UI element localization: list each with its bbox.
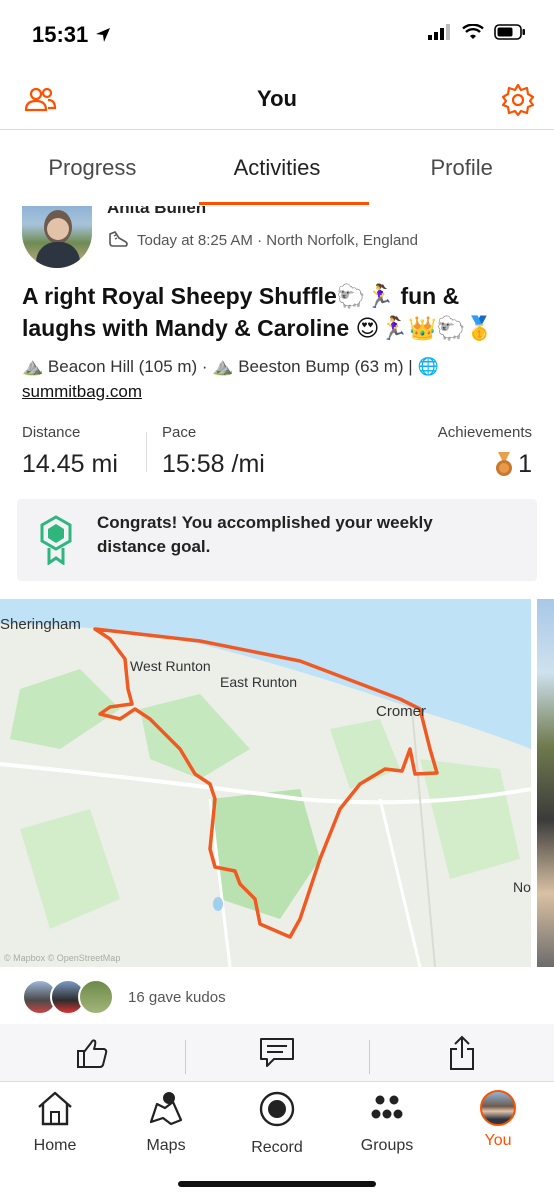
goal-congrats-card[interactable]: Congrats! You accomplished your weekly d… (17, 499, 537, 581)
top-header: You (0, 70, 554, 130)
tab-profile[interactable]: Profile (369, 131, 554, 205)
summit-line: ⛰️ Beacon Hill (105 m) · ⛰️ Beeston Bump… (22, 354, 532, 404)
congrats-text: Congrats! You accomplished your weekly d… (97, 513, 433, 556)
activity-title[interactable]: A right Royal Sheepy Shuffle🐑🏃‍♀️ fun & … (22, 280, 532, 344)
nav-groups-label: Groups (360, 1137, 414, 1154)
time-text: 15:31 (32, 22, 89, 47)
map-label-cromer: Cromer (376, 703, 426, 720)
distance-label: Distance (22, 424, 81, 441)
athlete-name[interactable]: Anita Bullen (107, 206, 206, 218)
comment-button[interactable] (184, 1024, 370, 1081)
map-label-west-runton: West Runton (130, 658, 211, 674)
stat-divider (146, 432, 147, 472)
kudos-row[interactable]: 16 gave kudos (22, 979, 226, 1015)
achievements-count: 1 (518, 450, 532, 478)
summitbag-link[interactable]: summitbag.com (22, 382, 142, 401)
nav-you[interactable]: You (448, 1090, 548, 1150)
tab-activities[interactable]: Activities (185, 131, 370, 205)
mountain-icon: ⛰️ (212, 357, 234, 376)
nav-maps[interactable]: Maps (116, 1090, 216, 1155)
achievements-label: Achievements (437, 424, 532, 441)
nav-record-label: Record (251, 1139, 303, 1156)
nav-home[interactable]: Home (5, 1090, 105, 1155)
status-bar: 15:31 (0, 0, 554, 70)
home-icon (38, 1091, 72, 1126)
comment-icon (260, 1038, 294, 1067)
activity-photo-peek[interactable] (537, 599, 554, 967)
pace-label: Pace (162, 424, 197, 441)
globe-icon: 🌐 (417, 357, 439, 376)
settings-gear-icon[interactable] (500, 82, 536, 118)
activity-meta: Today at 8:25 AM · North Norfolk, Englan… (107, 230, 418, 250)
map-canvas: Sheringham West Runton East Runton Crome… (0, 599, 531, 967)
map-attribution[interactable]: © Mapbox © OpenStreetMap (4, 953, 120, 963)
kudos-avatar (78, 979, 114, 1015)
achievements-value[interactable]: 1 (494, 450, 532, 479)
route-map[interactable]: Sheringham West Runton East Runton Crome… (0, 599, 531, 967)
status-icons (428, 24, 526, 40)
summit-beeston-bump: Beeston Bump (63 m) | (238, 357, 413, 376)
signal-icon (428, 24, 450, 40)
home-indicator (178, 1181, 376, 1187)
maps-icon (149, 1092, 183, 1126)
athlete-avatar[interactable] (22, 206, 92, 268)
profile-tabs: Progress Activities Profile (0, 131, 554, 205)
distance-value: 14.45 mi (22, 450, 118, 478)
share-button[interactable] (369, 1024, 554, 1081)
map-label-no: No (513, 879, 531, 895)
location-arrow-icon (96, 28, 111, 42)
kudos-text: 16 gave kudos (128, 988, 226, 1006)
groups-icon (371, 1095, 403, 1119)
thumbs-up-icon (77, 1039, 108, 1068)
mountain-icon: ⛰️ (22, 357, 44, 376)
nav-maps-label: Maps (146, 1137, 186, 1154)
nav-record[interactable]: Record (227, 1090, 327, 1157)
nav-home-label: Home (33, 1137, 77, 1154)
summit-beacon-hill: Beacon Hill (105 m) · (47, 357, 208, 376)
page-title: You (257, 86, 297, 111)
nav-groups[interactable]: Groups (337, 1090, 437, 1155)
pond (213, 897, 223, 911)
activity-time-location: Today at 8:25 AM · North Norfolk, Englan… (137, 231, 418, 249)
battery-icon (494, 24, 525, 40)
kudos-button[interactable] (0, 1024, 185, 1081)
activity-feed: Anita Bullen Today at 8:25 AM · North No… (0, 206, 554, 1081)
you-avatar-icon (480, 1090, 516, 1126)
shoe-icon (109, 231, 128, 247)
pace-value: 15:58 /mi (162, 450, 265, 478)
medal-icon (496, 451, 513, 476)
goal-badge-icon (40, 515, 72, 565)
record-icon (259, 1091, 295, 1127)
status-time: 15:31 (32, 22, 112, 48)
map-label-sheringham: Sheringham (0, 616, 81, 633)
share-icon (449, 1035, 474, 1070)
tab-progress[interactable]: Progress (0, 131, 185, 205)
activity-actions (0, 1024, 554, 1081)
map-label-east-runton: East Runton (220, 674, 297, 690)
wifi-icon (462, 24, 484, 39)
nav-you-label: You (484, 1132, 512, 1149)
